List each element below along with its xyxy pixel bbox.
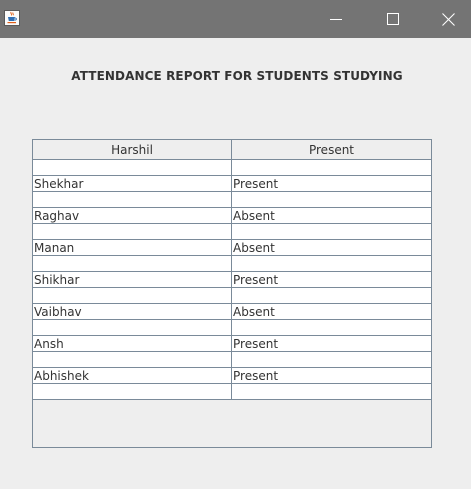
table-row[interactable]: Ansh Present: [33, 336, 431, 352]
report-heading: ATTENDANCE REPORT FOR STUDENTS STUDYING: [71, 69, 403, 83]
student-name-cell[interactable]: Manan: [33, 240, 232, 255]
attendance-status-cell[interactable]: Absent: [232, 240, 431, 255]
table-row[interactable]: [33, 352, 431, 368]
student-name-cell[interactable]: Ansh: [33, 336, 232, 351]
close-icon: [441, 12, 455, 26]
table-row[interactable]: Abhishek Present: [33, 368, 431, 384]
table-row[interactable]: [33, 160, 431, 176]
attendance-status-cell[interactable]: [232, 192, 431, 207]
student-name-cell[interactable]: [33, 320, 232, 335]
table-row[interactable]: Manan Absent: [33, 240, 431, 256]
table-row[interactable]: [33, 320, 431, 336]
attendance-table-scrollpane[interactable]: Harshil Present Shekhar Present Raghav Abse…: [32, 139, 432, 448]
student-name-cell[interactable]: Abhishek: [33, 368, 232, 383]
attendance-status-cell[interactable]: [232, 320, 431, 335]
attendance-status-cell[interactable]: Present: [232, 336, 431, 351]
student-name-cell[interactable]: [33, 352, 232, 367]
attendance-status-cell[interactable]: [232, 224, 431, 239]
close-button[interactable]: [425, 0, 471, 38]
student-name-cell[interactable]: [33, 224, 232, 239]
student-name-cell[interactable]: [33, 288, 232, 303]
attendance-status-cell[interactable]: Present: [232, 272, 431, 287]
table-header: Harshil Present: [33, 140, 431, 160]
table-row[interactable]: [33, 256, 431, 272]
title-bar[interactable]: [0, 0, 471, 38]
student-name-cell[interactable]: Raghav: [33, 208, 232, 223]
java-cup-icon[interactable]: [4, 10, 20, 26]
attendance-table[interactable]: Shekhar Present Raghav Absent Manan Absent Shi…: [33, 160, 431, 400]
student-name-cell[interactable]: Shikhar: [33, 272, 232, 287]
attendance-status-cell[interactable]: [232, 288, 431, 303]
table-row[interactable]: Shikhar Present: [33, 272, 431, 288]
student-name-cell[interactable]: [33, 384, 232, 399]
table-row[interactable]: Vaibhav Absent: [33, 304, 431, 320]
student-name-cell[interactable]: Vaibhav: [33, 304, 232, 319]
column-header-name[interactable]: Harshil: [33, 140, 232, 159]
table-row[interactable]: Shekhar Present: [33, 176, 431, 192]
maximize-button[interactable]: [370, 0, 416, 38]
attendance-status-cell[interactable]: Present: [232, 368, 431, 383]
attendance-status-cell[interactable]: [232, 256, 431, 271]
table-row[interactable]: Raghav Absent: [33, 208, 431, 224]
attendance-status-cell[interactable]: Present: [232, 176, 431, 191]
student-name-cell[interactable]: [33, 192, 232, 207]
minimize-icon: [330, 19, 342, 20]
attendance-status-cell[interactable]: Absent: [232, 304, 431, 319]
table-row[interactable]: [33, 384, 431, 400]
attendance-status-cell[interactable]: [232, 352, 431, 367]
table-row[interactable]: [33, 192, 431, 208]
minimize-button[interactable]: [313, 0, 359, 38]
table-row[interactable]: [33, 288, 431, 304]
attendance-status-cell[interactable]: [232, 160, 431, 175]
column-header-status[interactable]: Present: [232, 140, 431, 159]
student-name-cell[interactable]: [33, 256, 232, 271]
attendance-status-cell[interactable]: Absent: [232, 208, 431, 223]
student-name-cell[interactable]: Shekhar: [33, 176, 232, 191]
student-name-cell[interactable]: [33, 160, 232, 175]
attendance-status-cell[interactable]: [232, 384, 431, 399]
table-row[interactable]: [33, 224, 431, 240]
maximize-icon: [387, 13, 399, 25]
